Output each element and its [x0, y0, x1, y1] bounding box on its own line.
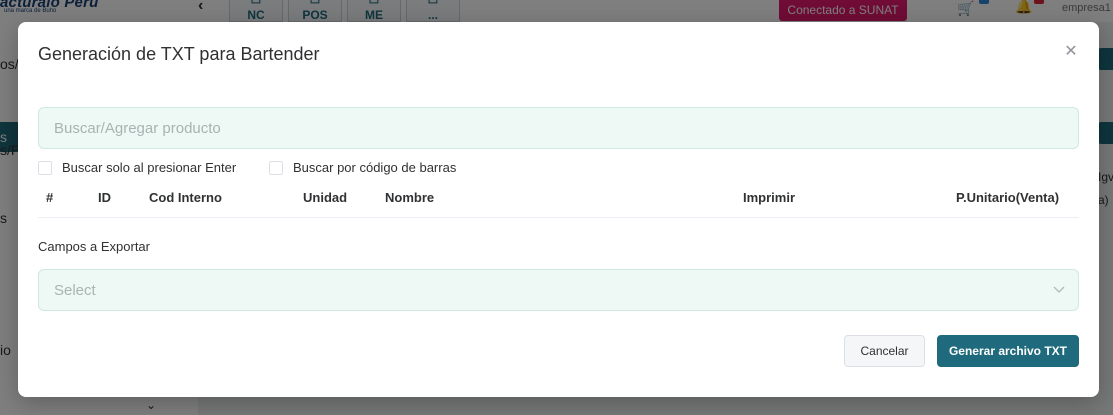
- column-header-internal-code: Cod Interno: [149, 190, 222, 205]
- column-header-index: #: [46, 190, 54, 205]
- checkbox-label: Buscar solo al presionar Enter: [62, 160, 237, 175]
- generate-txt-button[interactable]: Generar archivo TXT: [937, 335, 1079, 367]
- search-on-enter-checkbox[interactable]: Buscar solo al presionar Enter: [38, 160, 236, 175]
- export-fields-select[interactable]: Select: [38, 269, 1079, 311]
- column-header-unit: Unidad: [303, 190, 348, 205]
- checkbox-label: Buscar por código de barras: [293, 160, 457, 175]
- column-header-id: ID: [98, 190, 111, 205]
- chevron-down-icon: [1053, 286, 1065, 293]
- bartender-txt-dialog: Generación de TXT para Bartender ✕ Busca…: [18, 22, 1099, 397]
- checkbox-box[interactable]: [38, 160, 52, 175]
- close-icon[interactable]: ✕: [1061, 42, 1081, 62]
- cancel-button[interactable]: Cancelar: [844, 335, 925, 367]
- column-header-unit-price: P.Unitario(Venta): [956, 190, 1060, 205]
- products-table-header: # ID Cod Interno Unidad Nombre Imprimir …: [38, 182, 1079, 218]
- export-fields-label: Campos a Exportar: [38, 239, 150, 254]
- column-header-name: Nombre: [385, 190, 435, 205]
- dialog-title: Generación de TXT para Bartender: [38, 44, 320, 64]
- select-placeholder: Select: [54, 282, 96, 299]
- search-by-barcode-checkbox[interactable]: Buscar por código de barras: [269, 160, 456, 175]
- product-search-input[interactable]: [38, 107, 1079, 149]
- checkbox-box[interactable]: [269, 160, 283, 175]
- column-header-print: Imprimir: [743, 190, 796, 205]
